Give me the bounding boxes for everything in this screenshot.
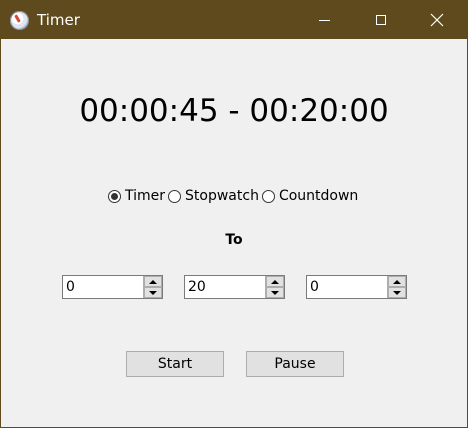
chevron-down-icon bbox=[149, 290, 157, 295]
maximize-button[interactable] bbox=[358, 1, 404, 39]
mode-radio-group: Timer Stopwatch Countdown bbox=[108, 185, 361, 207]
chevron-down-icon bbox=[271, 290, 279, 295]
time-display: 00:00:45 - 00:20:00 bbox=[79, 93, 389, 129]
radio-timer[interactable]: Timer bbox=[108, 188, 165, 204]
radio-stopwatch[interactable]: Stopwatch bbox=[168, 188, 259, 204]
minimize-button[interactable] bbox=[301, 1, 347, 39]
pause-button[interactable]: Pause bbox=[246, 351, 344, 377]
title-bar[interactable]: Timer bbox=[1, 1, 467, 39]
minutes-stepper[interactable]: 20 bbox=[184, 275, 285, 299]
hours-value[interactable]: 0 bbox=[66, 279, 75, 295]
chevron-up-icon bbox=[149, 279, 157, 284]
maximize-icon bbox=[376, 15, 386, 25]
hours-stepper[interactable]: 0 bbox=[62, 275, 163, 299]
seconds-value[interactable]: 0 bbox=[310, 279, 319, 295]
radio-label: Stopwatch bbox=[185, 188, 259, 204]
radio-selected-icon bbox=[108, 189, 121, 203]
radio-label: Timer bbox=[125, 188, 166, 204]
chevron-down-icon bbox=[393, 290, 401, 295]
timer-window: Timer 00:00:45 - 00:20:00 Timer Stopwatc… bbox=[0, 0, 468, 428]
minutes-value[interactable]: 20 bbox=[188, 279, 206, 295]
close-button[interactable] bbox=[414, 1, 460, 39]
window-title: Timer bbox=[37, 11, 80, 29]
hours-up-button[interactable] bbox=[144, 276, 162, 287]
minutes-down-button[interactable] bbox=[266, 287, 284, 298]
seconds-stepper[interactable]: 0 bbox=[306, 275, 407, 299]
to-label: To bbox=[225, 232, 243, 248]
radio-unselected-icon bbox=[261, 189, 275, 203]
stopwatch-icon bbox=[10, 11, 29, 30]
radio-label: Countdown bbox=[278, 188, 359, 204]
radio-unselected-icon bbox=[168, 189, 182, 203]
chevron-up-icon bbox=[393, 279, 401, 284]
hours-down-button[interactable] bbox=[144, 287, 162, 298]
seconds-down-button[interactable] bbox=[388, 287, 406, 298]
close-icon bbox=[430, 13, 444, 27]
chevron-up-icon bbox=[271, 279, 279, 284]
minutes-up-button[interactable] bbox=[266, 276, 284, 287]
seconds-up-button[interactable] bbox=[388, 276, 406, 287]
minimize-icon bbox=[318, 19, 330, 21]
radio-countdown[interactable]: Countdown bbox=[261, 188, 359, 204]
start-button[interactable]: Start bbox=[126, 351, 224, 377]
